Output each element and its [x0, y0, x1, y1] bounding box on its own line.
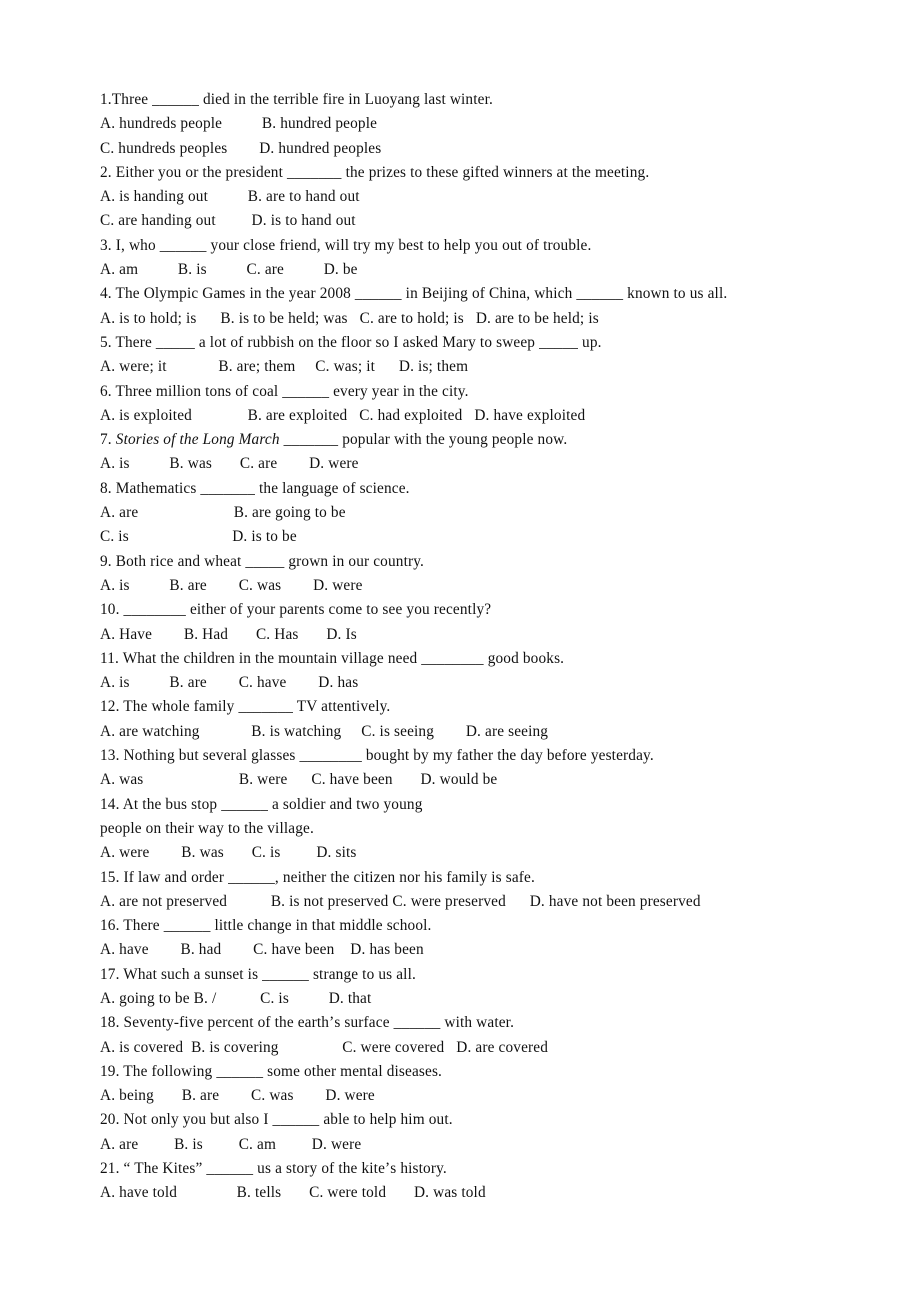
document-page: 1.Three ______ died in the terrible fire…: [0, 0, 920, 1302]
question-stem: 3. I, who ______ your close friend, will…: [100, 236, 592, 254]
question-stem: 12. The whole family _______ TV attentiv…: [100, 698, 391, 716]
question-stem: 20. Not only you but also I ______ able …: [100, 1111, 453, 1129]
question-options-line[interactable]: A. being B. are C. was D. were: [100, 1084, 890, 1108]
question-options-line[interactable]: A. were; it B. are; them C. was; it D. i…: [100, 355, 890, 379]
question-options-line[interactable]: A. Have B. Had C. Has D. Is: [100, 623, 890, 647]
question-stem: 8. Mathematics _______ the language of s…: [100, 479, 410, 497]
question-stem: 10. ________ either of your parents come…: [100, 601, 492, 619]
question-options-line[interactable]: A. going to be B. / C. is D. that: [100, 987, 890, 1011]
question-options-line[interactable]: A. hundreds people B. hundred people: [100, 112, 890, 136]
question-stem: 4. The Olympic Games in the year 2008 __…: [100, 285, 728, 303]
question-stem-suffix: _______ popular with the young people no…: [279, 431, 568, 449]
question-stem: 18. Seventy-five percent of the earthʼs …: [100, 1014, 515, 1032]
question-stem: 5. There _____ a lot of rubbish on the f…: [100, 333, 602, 351]
question-options-line[interactable]: A. am B. is C. are D. be: [100, 258, 890, 282]
question-stem: 1.Three ______ died in the terrible fire…: [100, 91, 493, 108]
question-stem: 15. If law and order ______, neither the…: [100, 868, 535, 886]
question-options-line[interactable]: A. is B. are C. was D. were: [100, 574, 890, 598]
question-stem: 13. Nothing but several glasses ________…: [100, 747, 654, 765]
question-stem: 14. At the bus stop ______ a soldier and…: [100, 795, 423, 813]
question-options-line[interactable]: A. is B. are C. have D. has: [100, 671, 890, 695]
question-stem: 7. Stories of the Long March _______ pop…: [100, 428, 890, 452]
question-options-line[interactable]: A. is B. was C. are D. were: [100, 452, 890, 476]
question-options-line[interactable]: A. have told B. tells C. were told D. wa…: [100, 1181, 890, 1205]
question-stem: 17. What such a sunset is ______ strange…: [100, 965, 416, 983]
question-options-line[interactable]: A. were B. was C. is D. sits: [100, 841, 890, 865]
question-options-line[interactable]: C. is D. is to be: [100, 525, 890, 549]
question-options-line[interactable]: A. is exploited B. are exploited C. had …: [100, 404, 890, 428]
question-stem: 19. The following ______ some other ment…: [100, 1062, 443, 1080]
worksheet-body: 1.Three ______ died in the terrible fire…: [100, 88, 890, 1206]
question-stem: 6. Three million tons of coal ______ eve…: [100, 382, 469, 400]
question-stem-prefix: 7.: [100, 431, 116, 449]
question-options-line[interactable]: A. was B. were C. have been D. would be: [100, 768, 890, 792]
question-stem: 9. Both rice and wheat _____ grown in ou…: [100, 552, 424, 570]
question-options-line[interactable]: A. are B. is C. am D. were: [100, 1133, 890, 1157]
question-options-line[interactable]: C. are handing out D. is to hand out: [100, 209, 890, 233]
question-options-line[interactable]: C. hundreds peoples D. hundred peoples: [100, 137, 890, 161]
question-stem-title: Stories of the Long March: [115, 431, 280, 449]
question-options-line[interactable]: A. have B. had C. have been D. has been: [100, 938, 890, 962]
question-stem: 11. What the children in the mountain vi…: [100, 649, 565, 667]
question-options-line[interactable]: A. is handing out B. are to hand out: [100, 185, 890, 209]
question-stem-continuation: people on their way to the village.: [100, 819, 314, 837]
question-options-line[interactable]: A. is to hold; is B. is to be held; was …: [100, 307, 890, 331]
question-options-line[interactable]: A. are not preserved B. is not preserved…: [100, 890, 890, 914]
question-options-line[interactable]: A. is covered B. is covering C. were cov…: [100, 1036, 890, 1060]
question-stem: 2. Either you or the president _______ t…: [100, 163, 650, 181]
question-options-line[interactable]: A. are B. are going to be: [100, 501, 890, 525]
question-stem: 21. “ The Kites” ______ us a story of th…: [100, 1160, 447, 1178]
question-stem: 16. There ______ little change in that m…: [100, 917, 432, 935]
question-options-line[interactable]: A. are watching B. is watching C. is see…: [100, 720, 890, 744]
